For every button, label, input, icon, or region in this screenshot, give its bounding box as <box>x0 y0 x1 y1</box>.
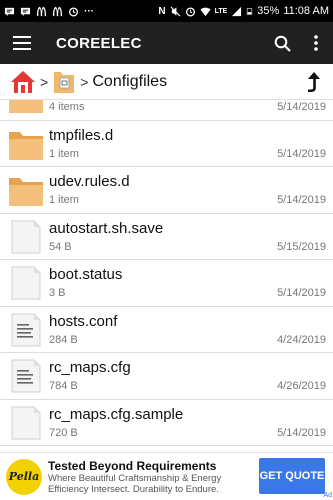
ad-badge[interactable]: Ad <box>323 492 332 499</box>
breadcrumb-separator: > <box>80 73 89 90</box>
breadcrumb-separator: > <box>40 73 49 90</box>
file-name: udev.rules.d <box>49 173 130 190</box>
breadcrumb: > > Configfiles <box>0 64 333 100</box>
file-list[interactable]: 4 items 5/14/2019 tmpfiles.d 1 item 5/14/201… <box>0 100 333 452</box>
file-icon <box>8 406 44 440</box>
file-meta: 3 B <box>49 287 66 299</box>
up-arrow-icon <box>308 71 320 92</box>
up-directory-button[interactable] <box>305 69 323 95</box>
file-meta: 1 item <box>49 147 79 160</box>
overflow-icon <box>314 35 318 51</box>
file-row[interactable]: 4 items 5/14/2019 <box>0 100 333 121</box>
mute-icon <box>170 6 181 16</box>
file-date: 5/14/2019 <box>277 101 326 113</box>
file-name: hosts.conf <box>49 312 118 330</box>
text-file-icon <box>8 313 44 347</box>
folder-icon <box>54 71 75 93</box>
file-date: 5/14/2019 <box>277 287 326 299</box>
menu-icon <box>13 36 31 50</box>
app-title: COREELEC <box>56 34 142 52</box>
breadcrumb-parent-folder[interactable] <box>52 68 76 96</box>
menu-button[interactable] <box>0 22 44 64</box>
file-row[interactable]: boot.status 3 B 5/14/2019 <box>0 260 333 307</box>
file-meta: 284 B <box>49 333 78 346</box>
message-icon <box>20 7 31 16</box>
file-icon <box>8 266 44 300</box>
file-date: 5/15/2019 <box>277 240 326 253</box>
alarm-icon <box>185 6 195 16</box>
search-icon <box>274 35 291 52</box>
file-row[interactable]: autostart.sh.save 54 B 5/15/2019 <box>0 214 333 260</box>
file-date: 5/14/2019 <box>277 147 326 160</box>
home-icon <box>11 70 35 93</box>
file-date: 5/14/2019 <box>277 194 326 206</box>
status-bar: ··· N LTE 35% 11:08 AM <box>0 0 333 22</box>
text-file-icon <box>8 359 44 393</box>
file-date: 5/14/2019 <box>277 426 326 439</box>
wifi-icon <box>200 7 211 16</box>
file-meta: 4 items <box>49 101 85 113</box>
battery-level: 35% <box>257 5 280 17</box>
ad-headline[interactable]: Tested Beyond Requirements <box>48 459 248 473</box>
nfc-icon: N <box>158 5 166 17</box>
breadcrumb-current[interactable]: Configfiles <box>92 73 167 91</box>
mcdonalds-icon <box>36 6 47 16</box>
file-name: rc_maps.cfg <box>49 359 131 376</box>
file-row[interactable]: rc_maps.cfg 784 B 4/26/2019 <box>0 353 333 400</box>
battery-icon <box>247 7 253 15</box>
dots-icon: ··· <box>84 5 94 17</box>
file-row[interactable]: udev.rules.d 1 item 5/14/2019 <box>0 167 333 214</box>
alarm-icon <box>69 6 78 16</box>
folder-icon <box>8 100 44 114</box>
file-date: 4/24/2019 <box>277 333 326 346</box>
file-date: 4/26/2019 <box>277 380 326 392</box>
file-row[interactable]: rc_maps.cfg.sample 720 B 5/14/2019 <box>0 400 333 446</box>
clock: 11:08 AM <box>283 5 329 17</box>
file-row[interactable]: hosts.conf 284 B 4/24/2019 <box>0 307 333 353</box>
ad-body: Where Beautiful Craftsmanship & Energy E… <box>48 472 222 495</box>
overflow-menu-button[interactable] <box>299 22 333 64</box>
file-name: autostart.sh.save <box>49 219 164 237</box>
file-icon <box>8 220 44 254</box>
ad-logo[interactable]: Pella <box>6 458 42 495</box>
file-meta: 54 B <box>49 240 72 253</box>
ad-banner[interactable]: Pella Tested Beyond Requirements Where B… <box>0 452 333 500</box>
folder-icon <box>8 173 44 207</box>
file-row[interactable]: tmpfiles.d 1 item 5/14/2019 <box>0 121 333 167</box>
file-meta: 1 item <box>49 194 79 206</box>
get-quote-button[interactable]: GET QUOTE <box>259 458 325 494</box>
file-meta: 784 B <box>49 380 78 392</box>
app-toolbar: COREELEC <box>0 22 333 64</box>
folder-icon <box>8 127 44 161</box>
file-name: tmpfiles.d <box>49 126 114 144</box>
breadcrumb-home[interactable] <box>10 68 36 96</box>
network-type: LTE <box>214 7 228 15</box>
file-meta: 720 B <box>49 426 78 439</box>
mcdonalds-icon <box>52 6 63 16</box>
file-name: rc_maps.cfg.sample <box>49 405 184 423</box>
search-button[interactable] <box>265 22 299 64</box>
signal-icon <box>232 6 242 16</box>
file-name: boot.status <box>49 266 123 283</box>
message-icon <box>4 7 15 16</box>
